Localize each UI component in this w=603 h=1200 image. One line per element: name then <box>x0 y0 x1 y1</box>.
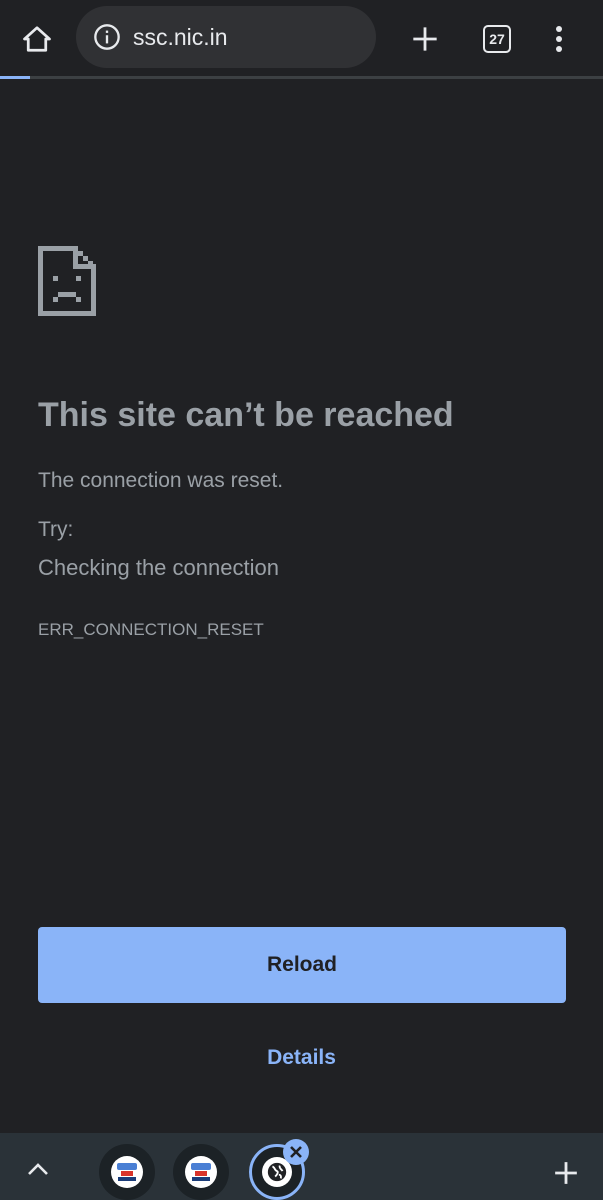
more-menu-button[interactable] <box>538 18 580 60</box>
tab-group-item[interactable] <box>173 1144 229 1200</box>
url-text[interactable]: ssc.nic.in <box>133 24 228 51</box>
info-icon[interactable] <box>93 23 121 51</box>
reload-button[interactable]: Reload <box>38 927 566 1003</box>
page-load-progress-fill <box>0 76 31 79</box>
tab-switcher-icon: 27 <box>483 25 511 53</box>
error-code: ERR_CONNECTION_RESET <box>38 620 264 639</box>
details-button[interactable]: Details <box>267 1046 336 1069</box>
chevron-up-icon <box>28 1163 48 1175</box>
tab-favicon <box>185 1156 217 1188</box>
home-icon <box>23 26 51 52</box>
try-label: Try: <box>38 518 74 541</box>
tab-favicon <box>111 1156 143 1188</box>
sad-page-icon <box>38 246 96 316</box>
close-icon <box>290 1146 302 1158</box>
plus-icon <box>413 27 437 51</box>
close-tab-button[interactable] <box>283 1139 309 1165</box>
expand-tab-group-button[interactable] <box>18 1151 58 1187</box>
new-tab-button[interactable] <box>404 18 446 60</box>
tab-group-item[interactable] <box>99 1144 155 1200</box>
tab-count: 27 <box>489 31 505 47</box>
browser-toolbar: ssc.nic.in 27 <box>0 0 603 79</box>
plus-icon <box>555 1162 577 1184</box>
more-vert-icon <box>556 26 562 52</box>
details-link: Details <box>0 1046 603 1070</box>
error-heading: This site can’t be reached <box>38 396 454 434</box>
add-tab-to-group-button[interactable] <box>546 1153 586 1193</box>
tab-switcher-button[interactable]: 27 <box>476 18 518 60</box>
home-button[interactable] <box>16 18 58 60</box>
suggestion-item: Checking the connection <box>38 555 279 580</box>
address-bar[interactable]: ssc.nic.in <box>76 6 376 68</box>
page-load-progress <box>0 76 603 79</box>
error-message: The connection was reset. <box>38 469 284 492</box>
